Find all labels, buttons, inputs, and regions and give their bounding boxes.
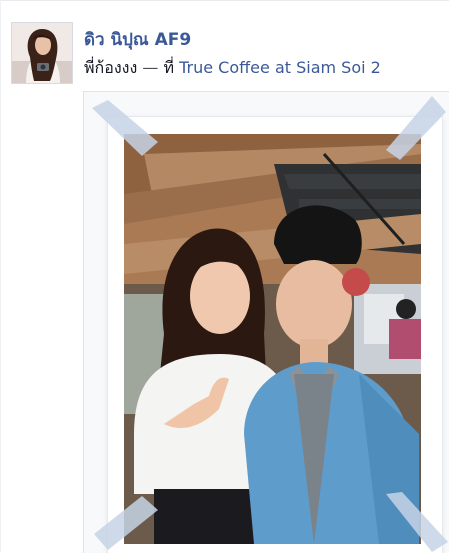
- shared-photo[interactable]: [124, 134, 421, 544]
- location-prefix: ที่: [163, 58, 175, 77]
- status-text: พี่ก้องงง: [84, 58, 138, 77]
- tape-decoration: [92, 100, 158, 156]
- location-link[interactable]: True Coffee at Siam Soi 2: [179, 58, 381, 77]
- divider: [0, 0, 449, 1]
- author-name-link[interactable]: ดิว นิปุณ AF9: [84, 26, 191, 53]
- tape-decoration: [94, 496, 158, 550]
- photo-card: [108, 117, 442, 553]
- status-line: พี่ก้องงง — ที่ True Coffee at Siam Soi …: [84, 56, 381, 81]
- photo-frame[interactable]: [83, 91, 449, 553]
- tape-decoration: [386, 96, 446, 160]
- avatar-image: [12, 23, 72, 83]
- separator: —: [142, 58, 159, 77]
- divider: [0, 0, 1, 552]
- photo-image: [124, 134, 421, 544]
- tape-decoration: [386, 492, 448, 552]
- avatar[interactable]: [11, 22, 73, 84]
